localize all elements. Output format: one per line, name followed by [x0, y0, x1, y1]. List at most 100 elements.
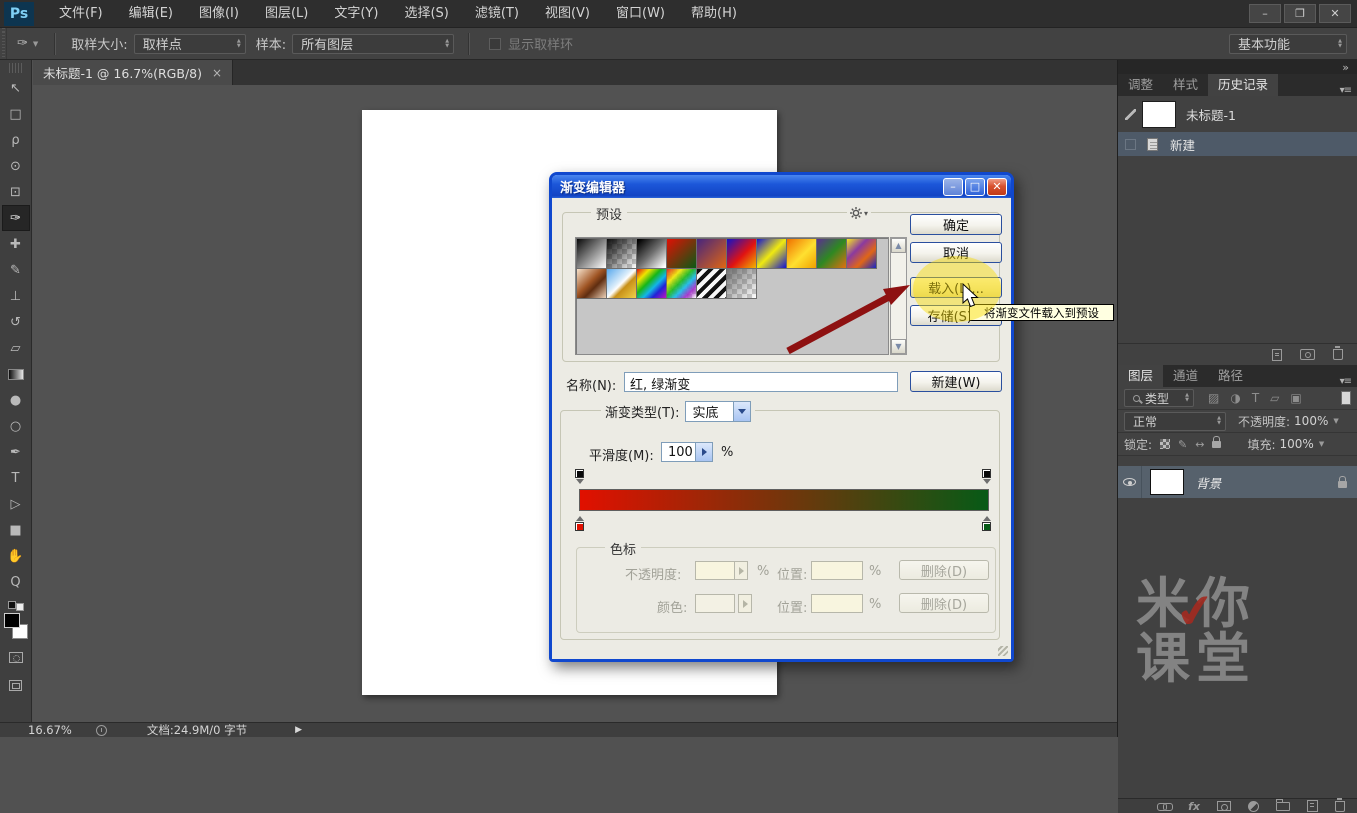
new-layer-icon[interactable] [1307, 800, 1318, 812]
color-stop-start[interactable] [574, 515, 585, 531]
clone-stamp-tool[interactable]: ⊥ [2, 283, 30, 309]
tab-paths[interactable]: 路径 [1208, 365, 1253, 387]
move-tool[interactable]: ↖ [2, 75, 30, 101]
scroll-down-icon[interactable]: ▼ [891, 339, 906, 354]
show-sampling-ring-checkbox[interactable] [489, 37, 502, 50]
lock-all-icon[interactable] [1212, 435, 1222, 448]
document-tab-close-icon[interactable]: × [212, 66, 222, 80]
cancel-button[interactable]: 取消 [910, 242, 1002, 263]
menu-item[interactable]: 滤镜(T) [462, 0, 532, 27]
color-stop-end[interactable] [981, 515, 992, 531]
spot-healing-brush-tool[interactable]: ✚ [2, 231, 30, 257]
gradient-preview[interactable] [579, 489, 989, 511]
preset-swatch-1[interactable] [576, 238, 607, 269]
preset-swatch-14[interactable] [666, 268, 697, 299]
layer-visibility-toggle[interactable] [1118, 466, 1142, 498]
layer-style-fx-icon[interactable]: fx [1188, 800, 1200, 813]
layer-mask-icon[interactable] [1217, 801, 1231, 811]
foreground-background-colors[interactable] [3, 613, 28, 639]
preset-swatch-2[interactable] [606, 238, 637, 269]
gradient-name-input[interactable]: 红, 绿渐变 [624, 372, 898, 393]
menu-item[interactable]: 帮助(H) [678, 0, 750, 27]
blend-mode-select[interactable]: 正常 [1124, 411, 1226, 431]
preset-swatch-13[interactable] [636, 268, 667, 299]
eraser-tool[interactable]: ▱ [2, 335, 30, 361]
new-button[interactable]: 新建(W) [910, 371, 1002, 392]
status-menu-arrow-icon[interactable]: ▶ [295, 725, 302, 735]
opacity-stop-start[interactable] [574, 469, 585, 485]
window-minimize-button[interactable]: – [1249, 4, 1281, 23]
tab-styles[interactable]: 样式 [1163, 74, 1208, 96]
quick-selection-tool[interactable]: ⊙ [2, 153, 30, 179]
new-snapshot-camera-icon[interactable] [1300, 349, 1315, 360]
dialog-titlebar[interactable]: 渐变编辑器 – □ ✕ [552, 175, 1011, 198]
preset-swatch-6[interactable] [726, 238, 757, 269]
brush-tool[interactable]: ✎ [2, 257, 30, 283]
preset-swatch-16[interactable] [726, 268, 757, 299]
window-close-button[interactable]: ✕ [1319, 4, 1351, 23]
zoom-tool[interactable]: Q [2, 569, 30, 595]
fill-dropdown[interactable]: 100% ▼ [1276, 435, 1329, 454]
new-group-folder-icon[interactable] [1276, 799, 1290, 811]
foreground-color-swatch[interactable] [3, 613, 20, 628]
gradient-tool[interactable] [2, 361, 30, 387]
history-source-checkbox[interactable] [1125, 138, 1136, 150]
quick-mask-button[interactable] [4, 647, 28, 667]
tab-layers[interactable]: 图层 [1118, 365, 1164, 387]
dock-collapse-bar[interactable]: » [1118, 60, 1357, 74]
opacity-dropdown[interactable]: 100% ▼ [1290, 412, 1343, 431]
rectangular-marquee-tool[interactable]: □ [2, 101, 30, 127]
panel-menu-icon[interactable]: ▾≡ [1340, 376, 1352, 387]
history-brush-tool[interactable]: ↺ [2, 309, 30, 335]
tab-adjustments[interactable]: 调整 [1118, 74, 1163, 96]
menu-item[interactable]: 视图(V) [532, 0, 603, 27]
type-tool[interactable]: T [2, 465, 30, 491]
preset-scrollbar[interactable]: ▲ ▼ [890, 237, 907, 355]
window-restore-button[interactable]: ❐ [1284, 4, 1316, 23]
history-brush-source-icon[interactable] [1124, 108, 1136, 120]
scroll-up-icon[interactable]: ▲ [891, 238, 906, 253]
rectangle-tool[interactable]: ■ [2, 517, 30, 543]
tab-channels[interactable]: 通道 [1163, 365, 1208, 387]
collapse-panels-icon[interactable]: » [1342, 61, 1349, 74]
presets-menu-button[interactable]: ▾ [846, 207, 871, 219]
menu-item[interactable]: 图像(I) [186, 0, 252, 27]
layer-filter-select[interactable]: 类型 [1124, 389, 1194, 407]
eyedropper-tool-preset[interactable]: ✑ ▼ [7, 36, 48, 51]
layer-thumbnail[interactable] [1150, 469, 1184, 495]
dodge-tool[interactable]: ○ [2, 413, 30, 439]
menu-item[interactable]: 选择(S) [391, 0, 461, 27]
dialog-minimize-button[interactable]: – [943, 177, 963, 196]
layer-row-background[interactable]: 背景 [1118, 466, 1357, 498]
preset-swatch-7[interactable] [756, 238, 787, 269]
smoothness-spinner[interactable]: 100 [661, 442, 713, 462]
lock-image-pixels-icon[interactable]: ✎ [1178, 438, 1187, 451]
menu-item[interactable]: 窗口(W) [603, 0, 678, 27]
new-document-from-state-icon[interactable] [1272, 348, 1282, 361]
screen-mode-button[interactable] [4, 675, 28, 695]
panel-menu-icon[interactable]: ▾≡ [1340, 85, 1352, 96]
preset-swatch-8[interactable] [786, 238, 817, 269]
preset-swatch-11[interactable] [576, 268, 607, 299]
filter-adjustment-layers-icon[interactable]: ◑ [1230, 391, 1240, 405]
history-snapshot-row[interactable]: 未标题-1 [1118, 96, 1357, 132]
filter-type-layers-icon[interactable]: T [1252, 391, 1259, 405]
lock-transparent-pixels-icon[interactable] [1160, 439, 1171, 449]
preset-swatch-4[interactable] [666, 238, 697, 269]
path-selection-tool[interactable]: ▷ [2, 491, 30, 517]
blur-tool[interactable]: ● [2, 387, 30, 413]
delete-state-trash-icon[interactable] [1333, 346, 1343, 360]
dialog-maximize-button[interactable]: □ [965, 177, 985, 196]
workspace-switcher[interactable]: 基本功能 [1229, 33, 1347, 54]
menu-item[interactable]: 文件(F) [46, 0, 116, 27]
sample-select[interactable]: 所有图层 [292, 33, 455, 54]
pen-tool[interactable]: ✒ [2, 439, 30, 465]
tab-history[interactable]: 历史记录 [1208, 74, 1279, 96]
swap-colors-icon[interactable] [7, 601, 24, 611]
opacity-stop-end[interactable] [981, 469, 992, 485]
crop-tool[interactable]: ⊡ [2, 179, 30, 205]
sample-size-select[interactable]: 取样点 [133, 33, 246, 54]
preset-swatch-15[interactable] [696, 268, 727, 299]
filter-shape-layers-icon[interactable]: ▱ [1270, 391, 1279, 405]
hand-tool[interactable]: ✋ [2, 543, 30, 569]
